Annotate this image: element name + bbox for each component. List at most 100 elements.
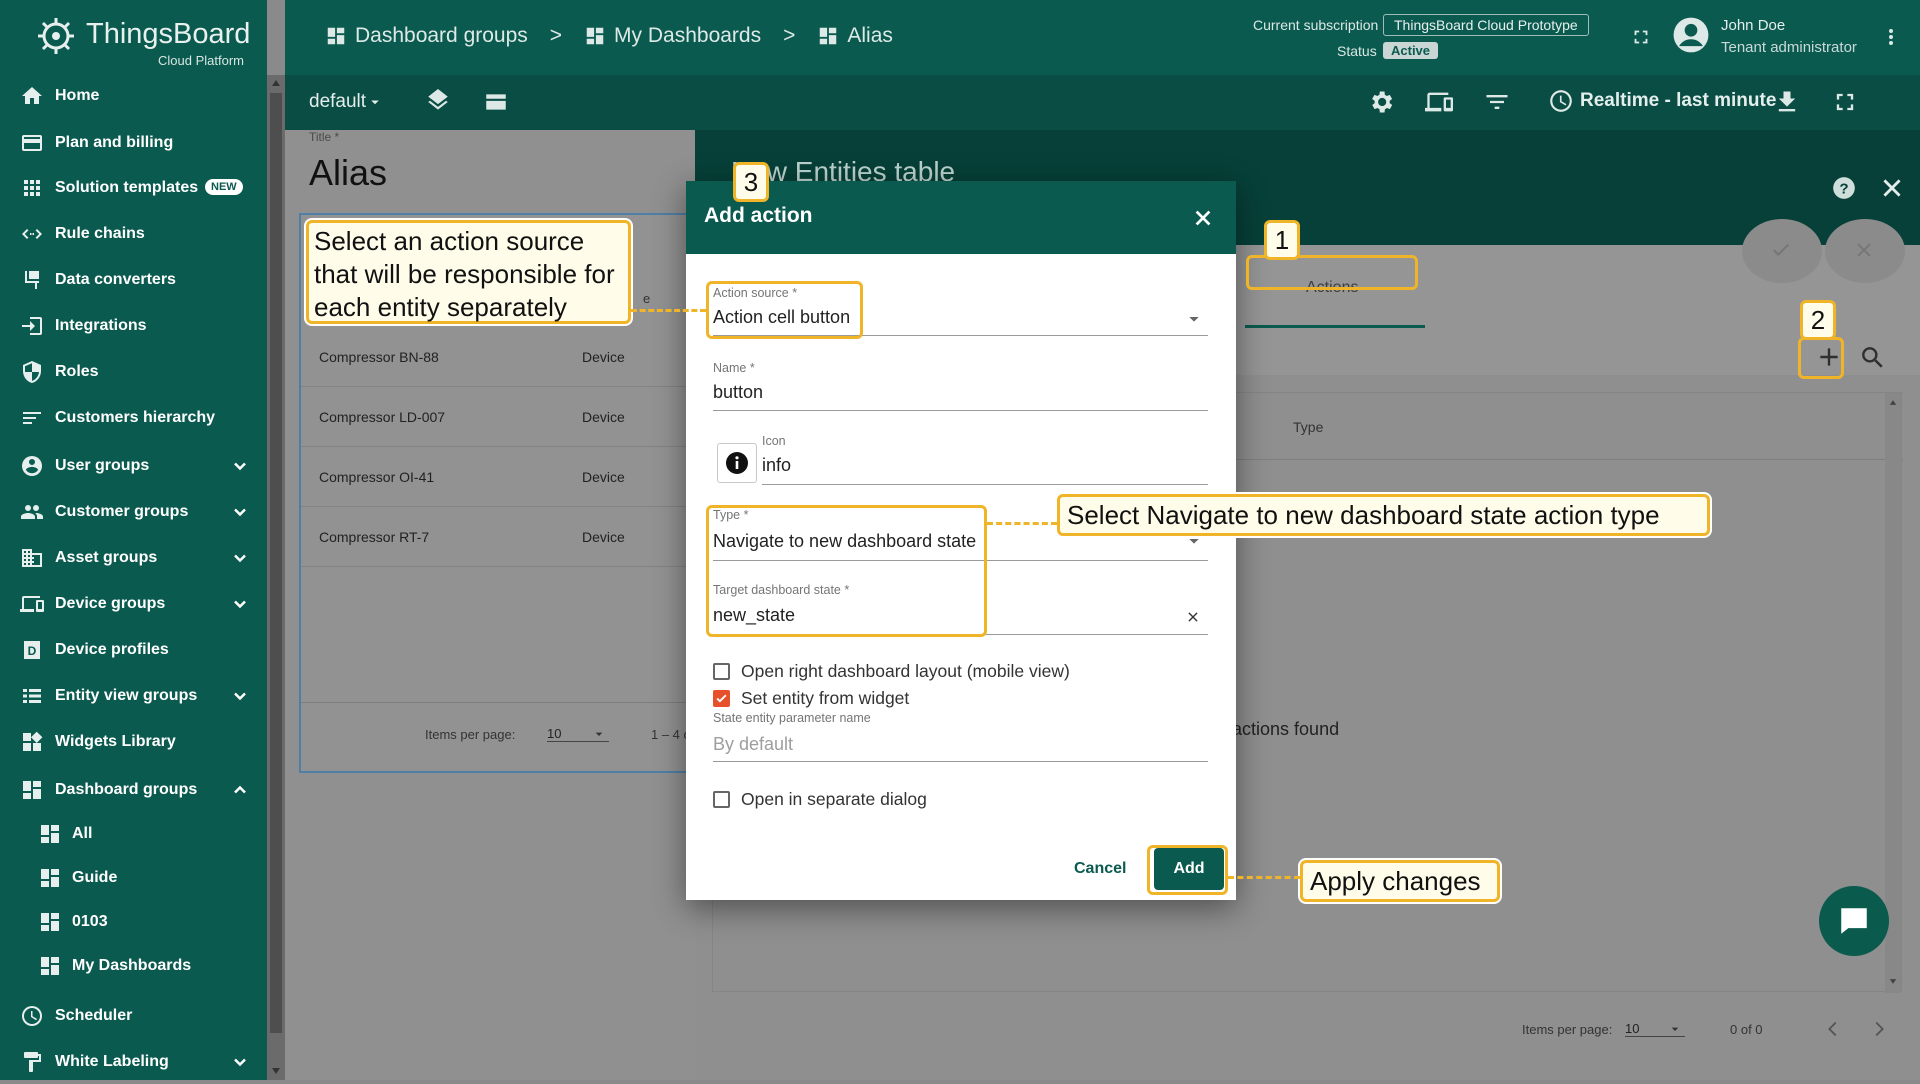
sidebar-item[interactable]: Customers hierarchy (0, 396, 267, 440)
items-per-page-select[interactable]: 10 (547, 726, 609, 742)
subscription-label: Current subscription (1253, 17, 1379, 33)
items-per-page-select[interactable]: 10 (1625, 1021, 1685, 1037)
dashboard-title[interactable]: Alias (309, 152, 387, 194)
fullscreen-icon[interactable] (1630, 26, 1652, 48)
download-icon[interactable] (1773, 88, 1801, 116)
entity-type: Device (582, 529, 625, 545)
sidebar-item[interactable]: Solution templates NEW (0, 166, 267, 210)
chevron-down-icon[interactable] (230, 456, 250, 476)
help-icon[interactable]: ? (1831, 175, 1857, 201)
breadcrumb-item[interactable]: Alias (847, 24, 893, 48)
timewindow-button[interactable]: Realtime - last minute (1548, 88, 1776, 114)
fullscreen-icon[interactable] (1831, 88, 1859, 116)
check-icon (1772, 243, 1790, 257)
thingsboard-logo-icon (38, 18, 74, 54)
sidebar-item[interactable]: Integrations (0, 304, 267, 348)
filter-icon[interactable] (1483, 88, 1511, 116)
converter-icon (25, 271, 39, 289)
sidebar-item[interactable]: Asset groups (0, 536, 267, 580)
apply-button[interactable] (1742, 219, 1822, 283)
icon-picker-button[interactable] (717, 443, 757, 483)
shield-icon (23, 361, 41, 383)
chat-button[interactable] (1819, 886, 1889, 956)
cancel-button[interactable]: Cancel (1074, 860, 1126, 878)
timewindow-label: Realtime - last minute (1580, 90, 1777, 111)
decline-button[interactable] (1825, 219, 1905, 283)
grid-icon (24, 180, 40, 196)
chevron-down-icon (1671, 1027, 1679, 1031)
sidebar-item[interactable]: All (0, 812, 267, 856)
items-per-page-value: 10 (547, 726, 562, 741)
dashboard-icon (41, 825, 59, 843)
table-row[interactable]: Compressor LD-007 Device (301, 387, 701, 447)
state-select[interactable]: default (309, 91, 384, 113)
chevron-down-icon[interactable] (230, 548, 250, 568)
layers-icon[interactable] (425, 89, 451, 115)
entity-name: Compressor OI-41 (319, 469, 435, 485)
name-value: button (713, 382, 764, 402)
settings-icon[interactable] (1367, 88, 1395, 116)
dashboard-icon (327, 27, 345, 45)
chevron-right-icon[interactable] (1868, 1018, 1890, 1040)
chevron-down-icon[interactable] (230, 502, 250, 522)
sidebar-item[interactable]: Entity view groups (0, 674, 267, 718)
sidebar-item[interactable]: Device groups (0, 582, 267, 626)
avatar[interactable] (1672, 16, 1710, 54)
callout-action-source: Select an action source that will be res… (306, 220, 631, 324)
separate-dialog-checkbox[interactable] (713, 791, 730, 808)
step-1-marker: 1 (1264, 220, 1300, 260)
table-row[interactable]: Compressor RT-7 Device (301, 507, 701, 567)
sidebar-item-label: User groups (55, 457, 150, 474)
table-row[interactable]: Compressor OI-41 Device (301, 447, 701, 507)
close-icon[interactable] (1192, 207, 1214, 229)
clear-icon[interactable] (1186, 610, 1200, 624)
sidebar-item[interactable]: Guide (0, 856, 267, 900)
search-icon[interactable] (1859, 344, 1885, 370)
sidebar-item-label: My Dashboards (72, 957, 192, 974)
sidebar-item[interactable]: Data converters (0, 258, 267, 302)
breadcrumb-item[interactable]: Dashboard groups (355, 24, 528, 48)
sidebar-item[interactable]: Widgets Library (0, 720, 267, 764)
state-param-label: State entity parameter name (713, 711, 871, 725)
sidebar-scrollbar[interactable] (267, 75, 285, 1080)
sidebar-item-label: Solution templates (55, 179, 199, 196)
sidebar-item[interactable]: Plan and billing (0, 121, 267, 165)
sidebar-item[interactable]: Customer groups (0, 490, 267, 534)
sidebar-item[interactable]: D Device profiles (0, 628, 267, 672)
chevron-down-icon[interactable] (230, 1052, 250, 1072)
chevron-up-icon[interactable] (230, 780, 250, 800)
table-row[interactable]: Compressor BN-88 Device (301, 327, 701, 387)
app-logo[interactable]: ThingsBoard Cloud Platform (30, 10, 270, 68)
sidebar-item[interactable]: User groups (0, 444, 267, 488)
title-label: Title * (309, 130, 340, 144)
actions-table-scrollbar[interactable] (1885, 393, 1901, 993)
breadcrumb-item[interactable]: My Dashboards (614, 24, 761, 48)
devices-icon[interactable] (1425, 88, 1453, 116)
set-entity-checkbox[interactable] (713, 690, 730, 707)
user-role: Tenant administrator (1721, 39, 1857, 56)
sidebar-item[interactable]: Home (0, 74, 267, 118)
sidebar-item[interactable]: 0103 (0, 900, 267, 944)
close-icon[interactable] (1879, 175, 1905, 201)
subscription-plan[interactable]: ThingsBoard Cloud Prototype (1383, 14, 1589, 36)
right-layout-checkbox[interactable] (713, 663, 730, 680)
chevron-down-icon[interactable] (230, 594, 250, 614)
icon-label: Icon (762, 434, 786, 448)
chevron-left-icon[interactable] (1822, 1018, 1844, 1040)
items-per-page-label: Items per page: (1522, 1022, 1613, 1037)
sidebar-item[interactable]: Rule chains (0, 212, 267, 256)
sidebar-item[interactable]: Roles (0, 350, 267, 394)
name-label: Name * (713, 361, 755, 375)
more-vert-icon[interactable] (1879, 25, 1903, 49)
sidebar-item-label: Device groups (55, 595, 166, 612)
layout-icon[interactable] (483, 89, 509, 115)
sidebar-item[interactable]: My Dashboards (0, 944, 267, 988)
chevron-down-icon[interactable] (230, 686, 250, 706)
rule-chain-icon (22, 229, 42, 239)
sidebar-item[interactable]: White Labeling (0, 1040, 267, 1084)
sidebar-item[interactable]: Dashboard groups (0, 768, 267, 812)
set-entity-label: Set entity from widget (741, 688, 910, 708)
entity-type: Device (582, 469, 625, 485)
sidebar-item[interactable]: Scheduler (0, 994, 267, 1038)
user-icon (22, 456, 42, 476)
